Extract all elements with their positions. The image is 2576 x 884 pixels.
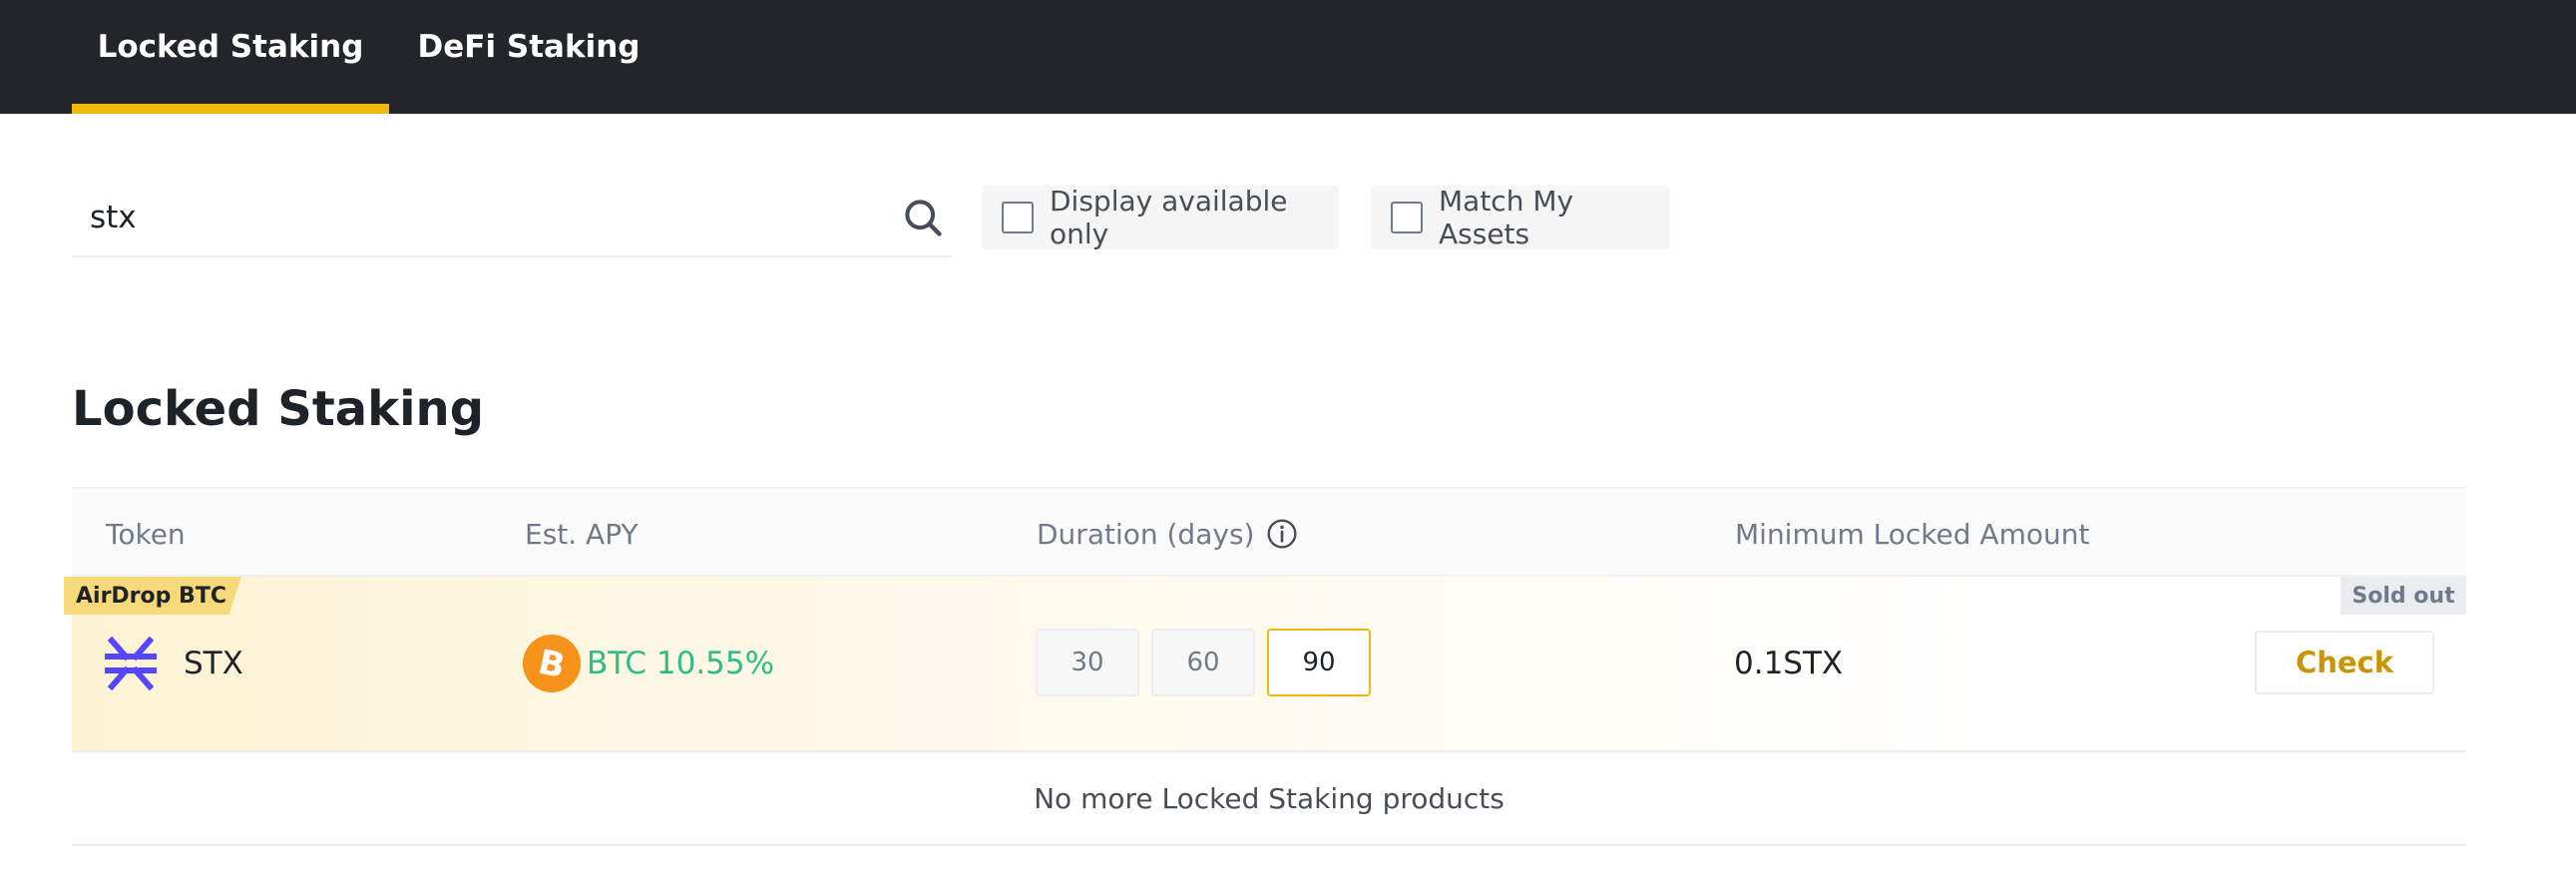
tab-defi-staking[interactable]: DeFi Staking [389, 0, 668, 114]
bitcoin-icon: B [523, 635, 581, 692]
header-duration: Duration (days) [1037, 489, 1298, 579]
search-bar [72, 182, 951, 257]
table-row: AirDrop BTC Sold out STX B BTC 10.55% 30… [64, 577, 2466, 752]
token-name: STX [184, 646, 243, 681]
duration-option-90-selected[interactable]: 90 [1267, 629, 1371, 696]
search-icon[interactable] [901, 196, 945, 239]
header-token: Token [106, 517, 186, 551]
match-assets-filter[interactable]: Match My Assets [1371, 185, 1670, 250]
display-available-label: Display available only [1050, 185, 1288, 250]
tab-locked-staking[interactable]: Locked Staking [72, 0, 389, 114]
table-header: Token Est. APY Duration (days) Minimum L… [72, 487, 2466, 577]
match-assets-label: Match My Assets [1439, 185, 1574, 250]
sold-out-badge: Sold out [2341, 577, 2466, 615]
info-icon[interactable] [1266, 518, 1298, 550]
section-title: Locked Staking [72, 381, 485, 437]
search-input[interactable] [90, 192, 848, 243]
match-assets-checkbox[interactable] [1391, 202, 1423, 233]
stacks-icon [105, 636, 157, 691]
airdrop-badge: AirDrop BTC [64, 577, 241, 615]
header-duration-label: Duration (days) [1037, 517, 1255, 551]
min-locked-amount: 0.1STX [1734, 646, 1844, 681]
duration-option-30[interactable]: 30 [1036, 629, 1139, 696]
check-button[interactable]: Check [2255, 631, 2434, 694]
no-more-products-text: No more Locked Staking products [72, 752, 2466, 846]
display-available-checkbox[interactable] [1002, 202, 1034, 233]
top-navigation: Locked Staking DeFi Staking [0, 0, 2576, 114]
est-apy-value: BTC 10.55% [587, 646, 775, 681]
duration-option-60[interactable]: 60 [1151, 629, 1255, 696]
active-tab-indicator [72, 104, 389, 114]
header-apy: Est. APY [525, 517, 639, 551]
header-min-amount: Minimum Locked Amount [1735, 517, 2090, 551]
display-available-filter[interactable]: Display available only [982, 185, 1339, 250]
